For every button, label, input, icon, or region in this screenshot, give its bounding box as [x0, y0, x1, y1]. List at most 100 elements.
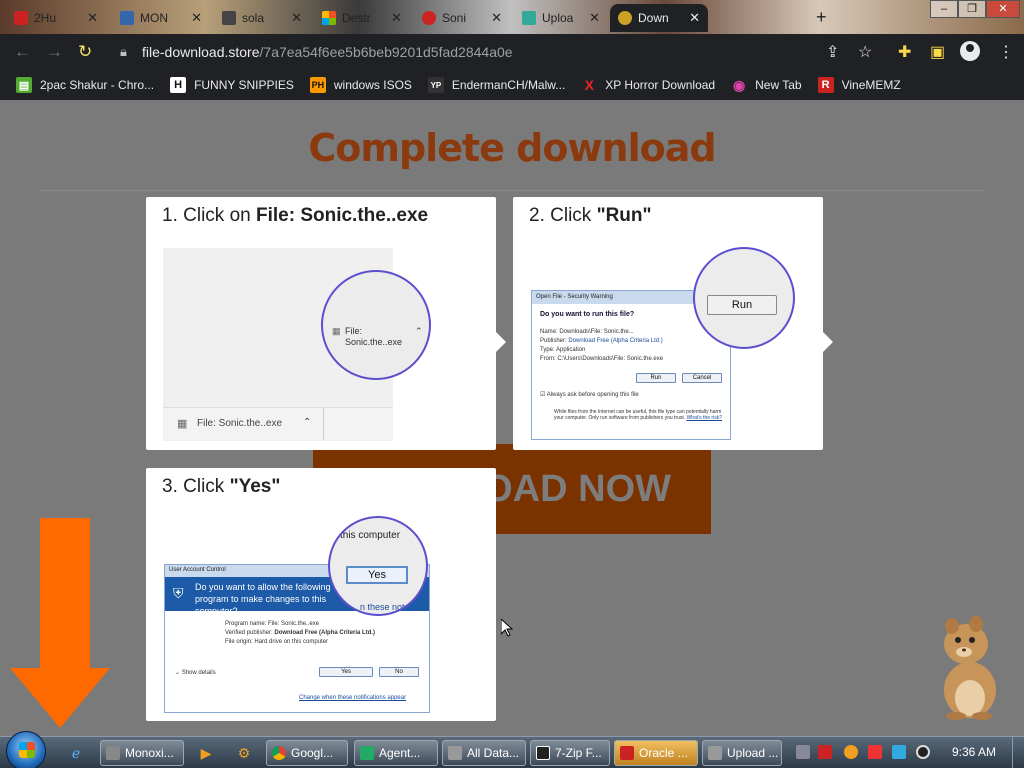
- dialog-row: File origin: Hard drive on this computer: [225, 639, 328, 645]
- profile-avatar-icon[interactable]: [960, 41, 980, 61]
- tab-close-icon[interactable]: ✕: [589, 10, 600, 26]
- browser-tab[interactable]: Destr ✕: [314, 4, 410, 32]
- bookmark-item[interactable]: R VineMEMZ: [817, 77, 901, 93]
- show-desktop-button[interactable]: [1012, 737, 1024, 768]
- tray-icon[interactable]: [818, 745, 832, 759]
- minimize-button[interactable]: –: [930, 0, 958, 18]
- taskbar-item-label: Upload ...: [727, 746, 779, 760]
- media-player-icon[interactable]: ▶: [196, 743, 216, 763]
- browser-tab[interactable]: sola ✕: [214, 4, 310, 32]
- tab-close-icon[interactable]: ✕: [391, 10, 402, 26]
- taskbar-item[interactable]: 7-Zip F...: [530, 740, 610, 766]
- tray-icon[interactable]: [868, 745, 882, 759]
- taskbar-item[interactable]: All Data...: [442, 740, 526, 766]
- dialog-row: Program name: File: Sonic.the..exe: [225, 621, 319, 627]
- taskbar-item-label: 7-Zip F...: [555, 746, 602, 760]
- tab-strip: 2Hu ✕ MON ✕ sola ✕ Destr ✕ Soni ✕ Uploa …: [0, 0, 1024, 34]
- share-icon[interactable]: ⇪: [826, 42, 839, 62]
- step-title-prefix: 3. Click: [162, 476, 230, 497]
- tab-close-icon[interactable]: ✕: [491, 10, 502, 26]
- tab-favicon-icon: [522, 11, 536, 25]
- new-tab-button[interactable]: +: [816, 7, 827, 28]
- bookmark-item[interactable]: ▤ 2pac Shakur - Chro...: [16, 77, 154, 93]
- step-3-card: 3. Click "Yes" User Account Control ⛨ Do…: [146, 468, 496, 721]
- show-details-toggle: ⌄ Show details: [175, 670, 216, 676]
- page-title: Complete download: [308, 126, 716, 170]
- reload-icon[interactable]: ↻: [78, 42, 92, 62]
- bookmark-item[interactable]: X XP Horror Download: [581, 77, 716, 93]
- divider: [40, 190, 984, 191]
- tray-icon[interactable]: [796, 745, 810, 759]
- taskbar-item[interactable]: Agent...: [354, 740, 438, 766]
- bookmark-icon: X: [584, 77, 594, 93]
- app-icon: [708, 746, 722, 760]
- app-icon: [106, 746, 120, 760]
- app-icon: [360, 746, 374, 760]
- always-ask-checkbox: ☑ Always ask before opening this file: [540, 392, 639, 398]
- step-title-bold: "Yes": [229, 476, 281, 497]
- dialog-row: Verified publisher: Download Free (Alpha…: [225, 630, 375, 636]
- download-file-label: File: Sonic.the..exe: [197, 418, 283, 429]
- taskbar-item[interactable]: Monoxi...: [100, 740, 184, 766]
- taskbar-item-label: Oracle ...: [639, 746, 688, 760]
- start-button[interactable]: [6, 731, 46, 768]
- side-panel-icon[interactable]: ▣: [930, 42, 945, 62]
- bookmark-star-icon[interactable]: ☆: [858, 42, 872, 62]
- bookmark-item[interactable]: YP EndermanCH/Malw...: [427, 77, 565, 93]
- tray-icon[interactable]: [892, 745, 906, 759]
- file-icon: ▦: [332, 326, 341, 336]
- bookmark-item[interactable]: PH windows ISOS: [309, 77, 412, 93]
- forward-arrow-icon[interactable]: →: [46, 42, 63, 62]
- magnified-run-button: Run: [707, 295, 777, 315]
- bookmark-item[interactable]: ◉ New Tab: [731, 76, 802, 93]
- row-value: Hard drive on this computer: [254, 639, 329, 645]
- extensions-puzzle-icon[interactable]: ✚: [898, 42, 911, 62]
- tray-icon[interactable]: [916, 745, 930, 759]
- bookmark-icon: ◉: [733, 76, 746, 93]
- browser-tab[interactable]: 2Hu ✕: [6, 4, 106, 32]
- file-icon: ▦: [177, 418, 188, 430]
- bookmark-item[interactable]: H FUNNY SNIPPIES: [170, 77, 294, 93]
- tab-label: Down: [638, 11, 669, 25]
- app-icon: [448, 746, 462, 760]
- taskbar-item-label: Agent...: [379, 746, 421, 760]
- tab-close-icon[interactable]: ✕: [87, 10, 98, 26]
- tab-close-icon[interactable]: ✕: [291, 10, 302, 26]
- menu-dots-icon[interactable]: ⋮: [998, 42, 1014, 62]
- explorer-icon[interactable]: ⚙: [234, 743, 254, 763]
- tab-favicon-icon: [422, 11, 436, 25]
- address-bar[interactable]: 🔒︎ file-download.store/7a7ea54f6ee5b6beb…: [108, 38, 892, 66]
- chevron-up-icon: ⌃: [303, 417, 312, 428]
- browser-tab[interactable]: MON ✕: [112, 4, 210, 32]
- taskbar-item[interactable]: Googl...: [266, 740, 348, 766]
- mouse-cursor-icon: [501, 619, 513, 637]
- tab-favicon-icon: [322, 11, 336, 25]
- dialog-run-button: Run: [636, 373, 676, 383]
- close-window-button[interactable]: ✕: [986, 0, 1020, 18]
- bookmark-icon: YP: [427, 77, 444, 93]
- tab-favicon-icon: [618, 11, 632, 25]
- back-arrow-icon[interactable]: ←: [14, 42, 31, 62]
- tab-close-icon[interactable]: ✕: [191, 10, 202, 26]
- row-label: Verified publisher:: [225, 630, 273, 636]
- taskbar-item-active[interactable]: Oracle ...: [614, 740, 698, 766]
- browser-tab[interactable]: Soni ✕: [414, 4, 510, 32]
- tray-icon[interactable]: [844, 745, 858, 759]
- chrome-icon: [272, 746, 286, 760]
- magnified-link-text: n these not: [360, 602, 405, 612]
- taskbar-item[interactable]: Upload ...: [702, 740, 782, 766]
- checkbox-label: Always ask before opening this file: [546, 392, 639, 398]
- system-clock[interactable]: 9:36 AM: [952, 745, 996, 759]
- internet-explorer-icon[interactable]: ℯ: [66, 743, 86, 763]
- browser-tab[interactable]: Uploa ✕: [514, 4, 608, 32]
- hamster-mascot-icon: [944, 616, 996, 720]
- taskbar: ℯ Monoxi... ▶ ⚙ Googl... Agent... All Da…: [0, 731, 1024, 768]
- url-text[interactable]: file-download.store/7a7ea54f6ee5b6beb920…: [142, 44, 513, 60]
- maximize-button[interactable]: ❐: [958, 0, 986, 18]
- row-value: Download Free (Alpha Criteria Ltd.): [274, 630, 376, 636]
- browser-tab-active[interactable]: Down ✕: [610, 4, 708, 32]
- tab-close-icon[interactable]: ✕: [689, 10, 700, 26]
- step-2-title: 2. Click "Run": [529, 205, 652, 227]
- row-value: C:\Users\Downloads\File: Sonic.the.exe: [557, 356, 664, 362]
- tab-label: Uploa: [542, 11, 574, 25]
